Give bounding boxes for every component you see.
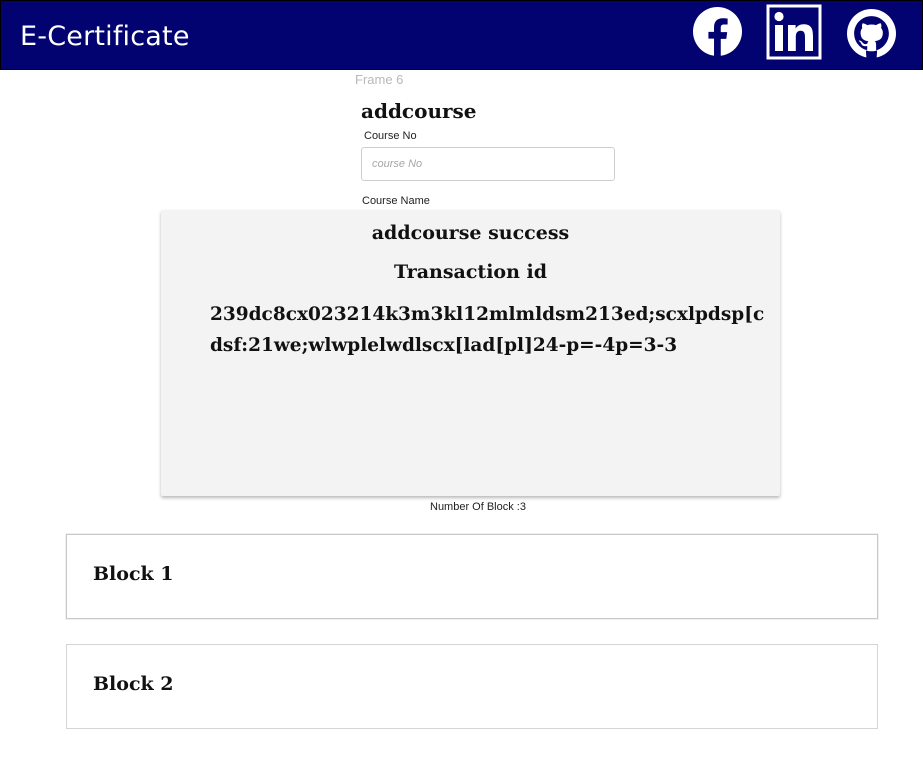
course-no-input[interactable] [361,147,615,181]
block-card[interactable]: Block 1 [66,534,878,619]
transaction-result-modal: addcourse success Transaction id 239dc8c… [161,210,780,496]
transaction-id-value: 239dc8cx023214k3m3kl12mlmldsm213ed;scxlp… [210,304,765,356]
facebook-icon[interactable] [693,7,742,56]
block-count: Number Of Block :3 [430,501,526,513]
block-title: Block 2 [93,673,174,695]
brand-title[interactable]: E-Certificate [20,21,190,52]
block-title: Block 1 [93,563,174,585]
block-card[interactable]: Block 2 [66,644,878,729]
github-icon[interactable] [847,9,896,58]
success-heading: addcourse success [371,222,570,244]
linkedin-icon[interactable] [766,4,822,60]
transaction-id-label: Transaction id [393,261,548,283]
frame-label: Frame 6 [355,72,404,87]
course-name-label: Course Name [362,195,430,207]
course-no-label: Course No [364,130,417,142]
form-title: addcourse [361,99,477,123]
top-navbar: E-Certificate [0,0,923,70]
